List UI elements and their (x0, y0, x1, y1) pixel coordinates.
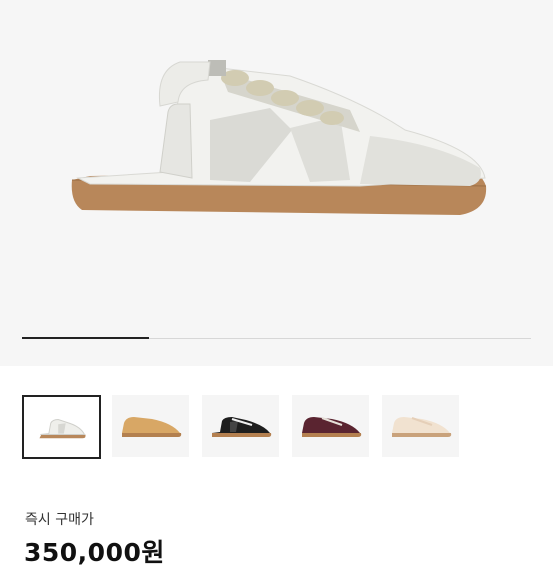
instant-buy-price: 350,000원 (24, 538, 165, 567)
gallery-progress-indicator (22, 337, 150, 339)
thumbnail-tan-sneaker[interactable] (112, 395, 189, 457)
instant-buy-price-label: 즉시 구매가 (25, 512, 94, 528)
product-image-white-mule-sneaker (71, 60, 487, 215)
thumbnail-strip (22, 395, 542, 459)
thumbnail-beige-sneaker[interactable] (382, 395, 459, 457)
thumbnail-black-mule[interactable] (202, 395, 279, 457)
thumbnail-white-mule[interactable] (22, 395, 101, 459)
thumbnail-burgundy-sneaker[interactable] (292, 395, 369, 457)
product-image-area[interactable] (0, 0, 553, 366)
